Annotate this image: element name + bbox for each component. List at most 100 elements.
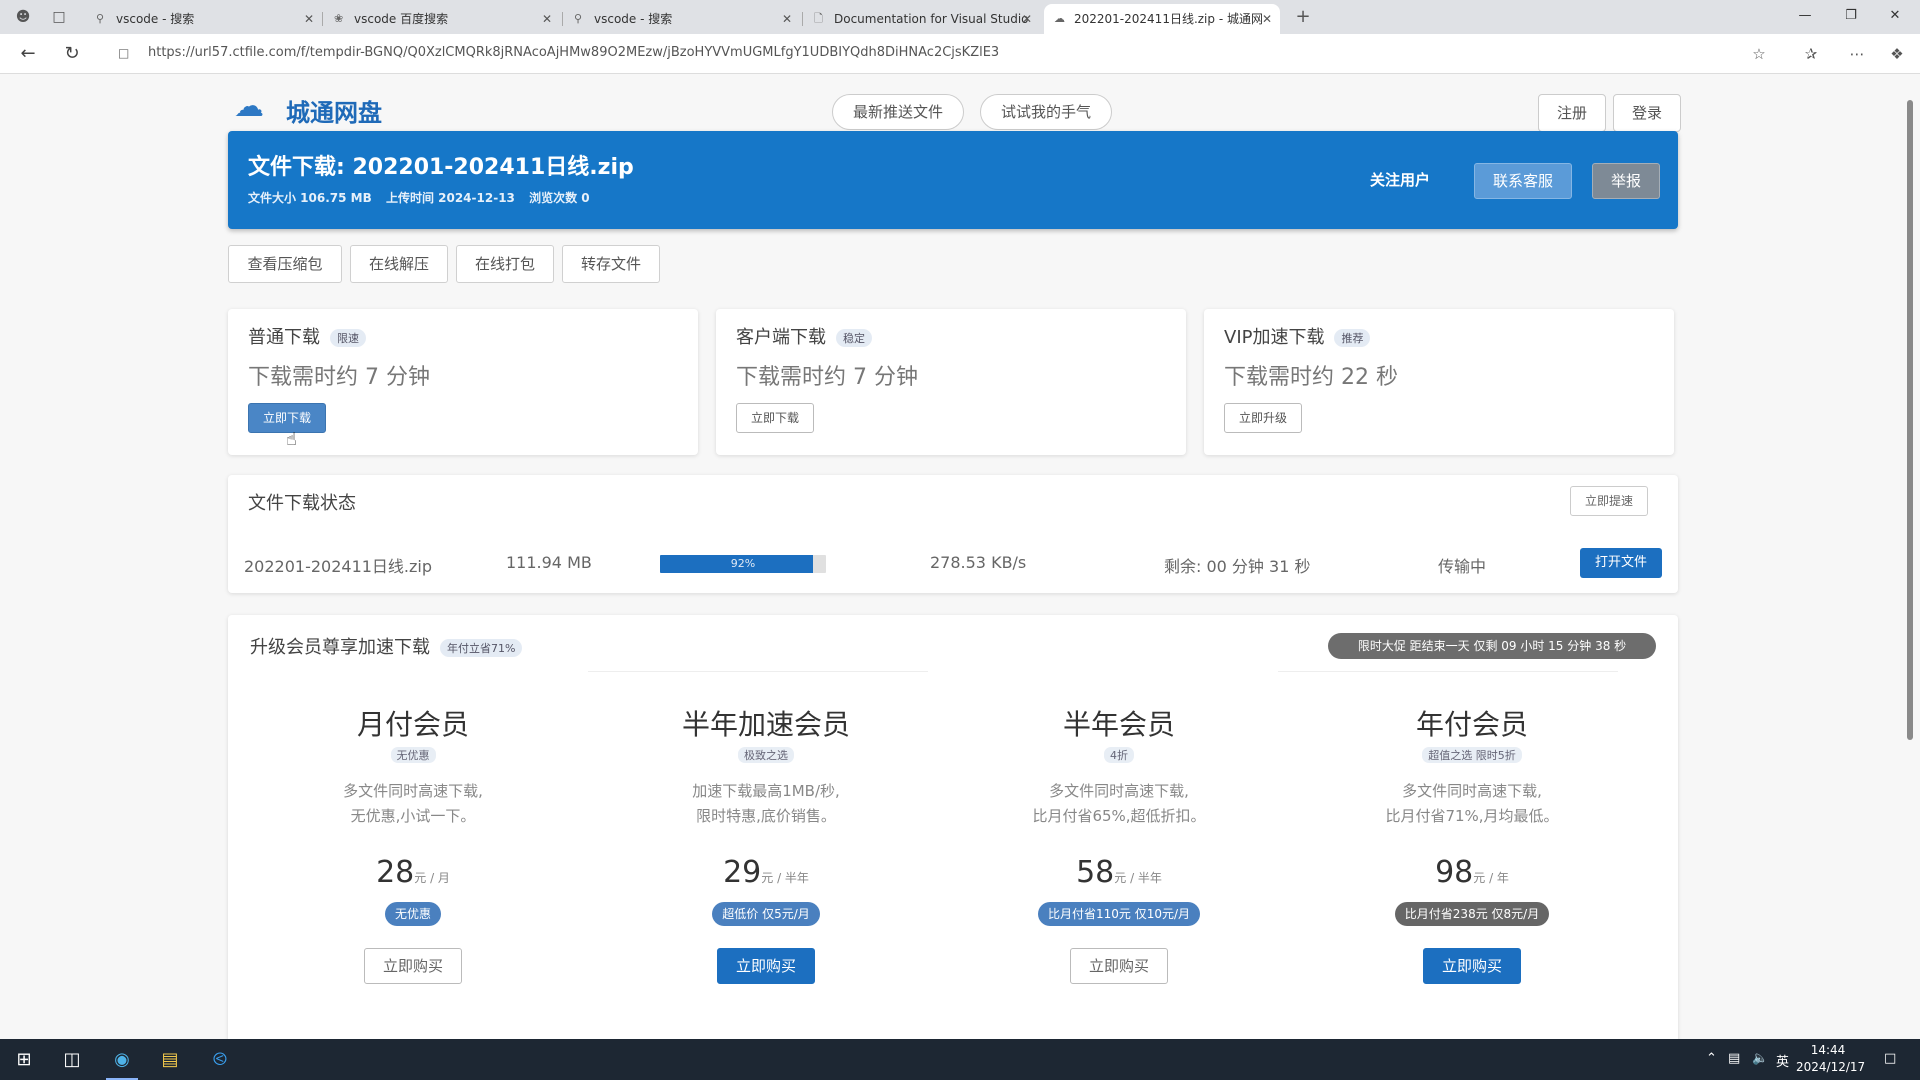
vip-title-text: 升级会员尊享加速下载 — [250, 637, 430, 658]
tab-label: vscode 百度搜索 — [354, 12, 449, 26]
paw-icon: ❀ — [334, 12, 344, 25]
card-title-text: 客户端下载 — [736, 327, 826, 348]
online-pack-button[interactable]: 在线打包 — [456, 245, 554, 283]
plan-name: 半年会员 — [1062, 708, 1175, 741]
refresh-icon[interactable]: ↻ — [60, 43, 84, 65]
windows-start-icon[interactable]: ⊞ — [8, 1047, 40, 1073]
vip-upgrade-card: 升级会员尊享加速下载 年付立省71% 限时大促 距结束一天 仅剩 09 小时 15… — [228, 615, 1678, 1039]
plan-price: 58元 / 半年 — [969, 855, 1269, 890]
minimize-icon[interactable]: — — [1790, 6, 1820, 26]
price-unit: 元 / 年 — [1473, 871, 1509, 885]
vip-download-card: VIP加速下载 推荐 下载需时约 22 秒 立即升级 — [1204, 309, 1674, 455]
follow-user-link[interactable]: 关注用户 — [1370, 169, 1430, 190]
online-extract-button[interactable]: 在线解压 — [350, 245, 448, 283]
speed-up-button[interactable]: 立即提速 — [1570, 486, 1649, 516]
tab-vs-documentation[interactable]: 🗋 Documentation for Visual Studio ✕ — [804, 4, 1040, 34]
card-badge: 推荐 — [1334, 329, 1371, 347]
contact-support-button[interactable]: 联系客服 — [1474, 163, 1572, 199]
plan-price: 29元 / 半年 — [616, 855, 916, 890]
clock-date: 2024/12/17 — [1796, 1060, 1866, 1074]
notification-icon[interactable]: □ — [1884, 1051, 1896, 1066]
network-icon[interactable]: ▤ — [1728, 1051, 1740, 1066]
tab-vscode-search-2[interactable]: ⚲ vscode - 搜索 ✕ — [564, 4, 800, 34]
close-icon[interactable]: ✕ — [1022, 4, 1032, 34]
plan-name: 年付会员 — [1415, 708, 1528, 741]
divider — [1278, 671, 1618, 672]
save-file-button[interactable]: 转存文件 — [562, 245, 660, 283]
tab-vscode-baidu[interactable]: ❀ vscode 百度搜索 ✕ — [324, 4, 560, 34]
task-view-icon[interactable]: ◫ — [56, 1047, 88, 1073]
vscode-icon[interactable]: ⧀ — [204, 1047, 236, 1073]
promo-countdown: 限时大促 距结束一天 仅剩 09 小时 15 分钟 38 秒 — [1328, 633, 1656, 659]
favorite-star-icon[interactable]: ☆ — [1748, 44, 1770, 64]
close-icon[interactable]: ✕ — [304, 4, 314, 34]
card-title-text: 普通下载 — [248, 327, 320, 348]
new-tab-icon[interactable]: + — [1292, 7, 1314, 27]
close-window-icon[interactable]: ✕ — [1880, 6, 1910, 26]
tab-actions-icon[interactable]: □ — [48, 7, 70, 27]
url-input[interactable]: https://url57.ctfile.com/f/tempdir-BGNQ/… — [148, 45, 999, 60]
plan-badge: 比月付省110元 仅10元/月 — [1037, 902, 1201, 926]
vip-title: 升级会员尊享加速下载 年付立省71% — [250, 633, 523, 659]
close-icon[interactable]: ✕ — [782, 4, 792, 34]
client-download-button[interactable]: 立即下载 — [736, 403, 815, 433]
volume-icon[interactable]: 🔈 — [1752, 1051, 1768, 1066]
restore-icon[interactable]: ❐ — [1836, 6, 1866, 26]
card-title: 客户端下载 稳定 — [736, 323, 872, 349]
back-icon[interactable]: ← — [16, 43, 40, 65]
card-title-text: VIP加速下载 — [1224, 327, 1325, 348]
register-button[interactable]: 注册 — [1538, 94, 1606, 132]
login-button[interactable]: 登录 — [1613, 94, 1681, 132]
cloud-icon: ☁ — [1054, 12, 1065, 25]
price-value: 28 — [376, 855, 415, 890]
system-clock[interactable]: 14:44 2024/12/17 — [1796, 1042, 1866, 1076]
buy-half-year-speed-button[interactable]: 立即购买 — [717, 948, 815, 984]
chevron-up-icon[interactable]: ⌃ — [1706, 1051, 1717, 1066]
close-icon[interactable]: ✕ — [542, 4, 552, 34]
view-archive-button[interactable]: 查看压缩包 — [228, 245, 342, 283]
close-icon[interactable]: ✕ — [1262, 4, 1272, 34]
open-file-button[interactable]: 打开文件 — [1580, 548, 1662, 578]
plan-description: 多文件同时高速下载, 比月付省71%,月均最低。 — [1322, 779, 1622, 829]
try-luck-button[interactable]: 试试我的手气 — [980, 94, 1112, 130]
profile-icon[interactable]: ☻ — [12, 7, 34, 27]
vip-upgrade-button[interactable]: 立即升级 — [1224, 403, 1303, 433]
search-icon: ⚲ — [574, 12, 583, 25]
cloud-logo-icon: ☁ — [234, 89, 264, 124]
page-scrollbar[interactable] — [1904, 75, 1916, 1039]
scrollbar-thumb[interactable] — [1907, 100, 1913, 740]
edge-browser-icon[interactable]: ◉ — [106, 1047, 138, 1073]
report-button[interactable]: 举报 — [1592, 163, 1660, 199]
site-logo[interactable]: 城通网盘 — [286, 93, 382, 128]
buy-monthly-button[interactable]: 立即购买 — [364, 948, 462, 984]
tab-vscode-search-1[interactable]: ⚲ vscode - 搜索 ✕ — [86, 4, 322, 34]
plan-badge: 比月付省238元 仅8元/月 — [1394, 902, 1550, 926]
desc-line: 多文件同时高速下载, — [1049, 782, 1189, 800]
remaining-time: 剩余: 00 分钟 31 秒 — [1164, 557, 1311, 576]
plan-description: 加速下载最高1MB/秒, 限时特惠,底价销售。 — [616, 779, 916, 829]
buy-half-year-button[interactable]: 立即购买 — [1070, 948, 1168, 984]
favorites-icon[interactable]: ✰ — [1800, 44, 1822, 64]
buy-yearly-button[interactable]: 立即购买 — [1423, 948, 1521, 984]
divider — [588, 671, 928, 672]
desc-line: 限时特惠,底价销售。 — [696, 807, 836, 825]
file-explorer-icon[interactable]: ▤ — [154, 1047, 186, 1073]
ime-indicator[interactable]: 英 — [1776, 1051, 1789, 1070]
card-badge: 稳定 — [836, 329, 872, 347]
latest-files-button[interactable]: 最新推送文件 — [832, 94, 964, 130]
plan-tag: 超值之选 限时5折 — [1422, 747, 1522, 763]
tab-ctfile-active[interactable]: ☁ 202201-202411日线.zip - 城通网 ✕ — [1044, 4, 1280, 34]
more-menu-icon[interactable]: ⋯ — [1846, 44, 1868, 64]
download-time: 下载需时约 7 分钟 — [248, 365, 430, 390]
address-bar: ← ↻ □ https://url57.ctfile.com/f/tempdir… — [0, 34, 1920, 74]
plan-badge: 超低价 仅5元/月 — [712, 902, 820, 926]
upload-time: 上传时间 2024-12-13 — [385, 191, 515, 205]
document-icon: 🗋 — [814, 12, 823, 25]
price-unit: 元 / 月 — [414, 871, 450, 885]
file-title: 文件下载: 202201-202411日线.zip — [248, 155, 634, 180]
plan-half-year: 半年会员 4折 多文件同时高速下载, 比月付省65%,超低折扣。 58元 / 半年… — [969, 703, 1269, 1033]
copilot-icon[interactable]: ❖ — [1886, 44, 1908, 64]
client-download-card: 客户端下载 稳定 下载需时约 7 分钟 立即下载 — [716, 309, 1186, 455]
desc-line: 比月付省71%,月均最低。 — [1385, 807, 1559, 825]
plan-tag: 4折 — [1104, 747, 1134, 763]
